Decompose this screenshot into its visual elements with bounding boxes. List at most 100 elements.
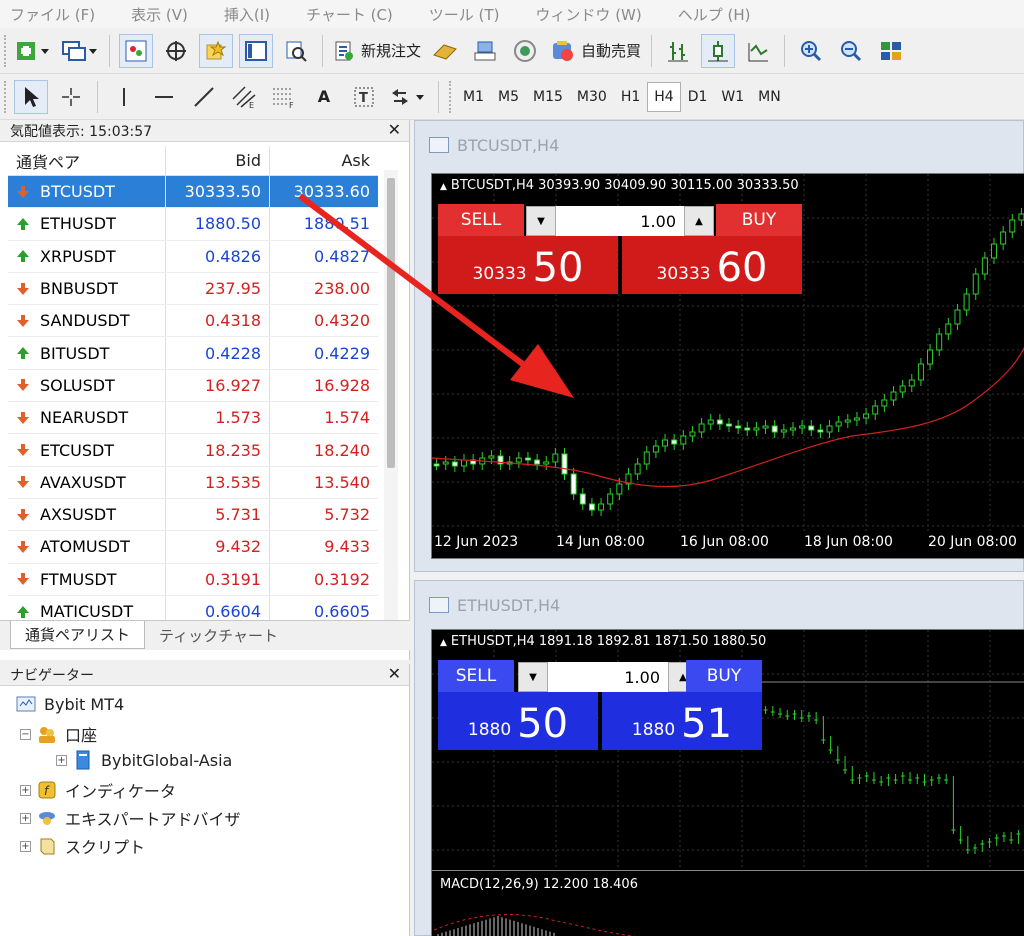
lot-decrease-button[interactable]: ▼ bbox=[526, 206, 556, 236]
metaeditor-icon[interactable] bbox=[428, 34, 462, 68]
candlestick-chart-icon[interactable] bbox=[701, 33, 736, 68]
lot-decrease-button[interactable]: ▼ bbox=[518, 662, 548, 692]
menu-tools[interactable]: ツール (T) bbox=[421, 4, 500, 25]
horizontal-line-icon[interactable] bbox=[147, 80, 181, 114]
market-watch-toggle-icon[interactable] bbox=[119, 33, 153, 68]
expand-icon[interactable]: + bbox=[20, 840, 31, 852]
navigator-toggle-icon[interactable] bbox=[199, 33, 233, 68]
timeframe-w1[interactable]: W1 bbox=[714, 82, 751, 112]
navigator-root[interactable]: Bybit MT4 bbox=[16, 694, 124, 714]
timeframe-h4[interactable]: H4 bbox=[647, 81, 681, 112]
menu-insert[interactable]: 挿入(I) bbox=[216, 4, 270, 25]
strategy-tester-icon[interactable] bbox=[279, 34, 313, 68]
market-icon[interactable] bbox=[508, 34, 542, 68]
buy-button[interactable]: BUY bbox=[686, 660, 762, 692]
text-tool-icon[interactable]: A bbox=[307, 80, 341, 114]
table-row[interactable]: SANDUSDT 0.4318 0.4320 bbox=[8, 305, 378, 338]
column-header-bid[interactable]: Bid bbox=[166, 146, 270, 175]
table-row[interactable]: BNBUSDT 237.95 238.00 bbox=[8, 272, 378, 306]
profiles-button[interactable] bbox=[58, 34, 100, 68]
vertical-line-icon[interactable] bbox=[107, 80, 141, 114]
navigator-scripts[interactable]: + スクリプト bbox=[20, 834, 145, 858]
equidistant-channel-icon[interactable]: E bbox=[227, 80, 261, 114]
macd-subwindow[interactable]: MACD(12,26,9) 12.200 18.406 bbox=[432, 870, 1024, 936]
timeframe-m30[interactable]: M30 bbox=[570, 82, 614, 112]
line-chart-icon[interactable] bbox=[741, 34, 775, 68]
close-icon[interactable]: ✕ bbox=[388, 664, 401, 683]
buy-price-button[interactable]: 1880 51 bbox=[602, 692, 762, 750]
toolbar-grip[interactable] bbox=[4, 34, 8, 67]
cursor-icon[interactable] bbox=[14, 79, 48, 114]
sell-button[interactable]: SELL bbox=[438, 660, 514, 692]
auto-trading-button[interactable]: 自動売買 bbox=[548, 34, 642, 68]
buy-price-button[interactable]: 30333 60 bbox=[622, 236, 802, 294]
table-row[interactable]: FTMUSDT 0.3191 0.3192 bbox=[8, 563, 378, 596]
table-row[interactable]: ETHUSDT 1880.50 1880.51 bbox=[8, 208, 378, 241]
new-order-button[interactable]: 新規注文 bbox=[332, 34, 422, 68]
expand-icon[interactable]: + bbox=[20, 812, 31, 824]
chart-window-ethusdt[interactable]: ETHUSDT,H4 ▲ ETHUSDT,H4 1891.18 1892.81 1… bbox=[414, 580, 1024, 936]
close-icon[interactable]: ✕ bbox=[388, 120, 401, 139]
table-row[interactable]: NEARUSDT 1.573 1.574 bbox=[8, 402, 378, 435]
navigator-indicators[interactable]: + f インディケータ bbox=[20, 778, 176, 802]
menu-window[interactable]: ウィンドウ (W) bbox=[527, 4, 641, 25]
timeframe-m15[interactable]: M15 bbox=[526, 82, 570, 112]
toolbar-grip[interactable] bbox=[449, 80, 453, 113]
new-chart-button[interactable] bbox=[14, 34, 52, 68]
navigator-experts[interactable]: + エキスパートアドバイザ bbox=[20, 806, 241, 830]
navigator-server[interactable]: + BybitGlobal-Asia bbox=[56, 750, 232, 770]
menu-chart[interactable]: チャート (C) bbox=[298, 4, 393, 25]
sell-price-button[interactable]: 1880 50 bbox=[438, 692, 598, 750]
arrows-dropdown-icon[interactable] bbox=[387, 80, 429, 114]
sell-price-button[interactable]: 30333 50 bbox=[438, 236, 618, 294]
text-label-icon[interactable]: T bbox=[347, 80, 381, 114]
column-header-symbol[interactable]: 通貨ペア bbox=[8, 146, 166, 175]
collapse-icon[interactable]: − bbox=[20, 728, 31, 740]
zoom-in-icon[interactable] bbox=[794, 34, 828, 68]
timeframe-d1[interactable]: D1 bbox=[681, 82, 715, 112]
chart-window-title-bar[interactable]: BTCUSDT,H4 bbox=[415, 121, 1023, 169]
table-row[interactable]: AXSUSDT 5.731 5.732 bbox=[8, 498, 378, 532]
table-row[interactable]: ATOMUSDT 9.432 9.433 bbox=[8, 531, 378, 564]
sell-button[interactable]: SELL bbox=[438, 204, 524, 236]
trend-line-icon[interactable] bbox=[187, 80, 221, 114]
bar-chart-icon[interactable] bbox=[661, 34, 695, 68]
table-row[interactable]: BTCUSDT 30333.50 30333.60 bbox=[8, 176, 378, 209]
market-watch-scrollbar[interactable] bbox=[384, 170, 398, 620]
timeframe-m1[interactable]: M1 bbox=[456, 82, 491, 112]
chart-window-btcusdt[interactable]: BTCUSDT,H4 ▲ BTCUSDT,H4 30393.90 30409.90… bbox=[414, 120, 1024, 572]
table-row[interactable]: BITUSDT 0.4228 0.4229 bbox=[8, 337, 378, 370]
navigator-accounts[interactable]: − 口座 bbox=[20, 722, 97, 746]
zoom-out-icon[interactable] bbox=[834, 34, 868, 68]
signals-icon[interactable] bbox=[468, 34, 502, 68]
menu-help[interactable]: ヘルプ (H) bbox=[670, 4, 751, 25]
tab-tick-chart[interactable]: ティックチャート bbox=[145, 621, 292, 649]
table-row[interactable]: XRPUSDT 0.4826 0.4827 bbox=[8, 240, 378, 273]
expand-icon[interactable]: + bbox=[56, 754, 67, 766]
timeframe-m5[interactable]: M5 bbox=[491, 82, 526, 112]
timeframe-mn[interactable]: MN bbox=[751, 82, 788, 112]
terminal-toggle-icon[interactable] bbox=[239, 33, 273, 68]
chart-window-title-bar[interactable]: ETHUSDT,H4 bbox=[415, 581, 1023, 629]
toolbar-grip[interactable] bbox=[4, 80, 8, 113]
lot-size-input[interactable]: 1.00 bbox=[548, 662, 668, 692]
tile-windows-icon[interactable] bbox=[874, 34, 908, 68]
menu-view[interactable]: 表示 (V) bbox=[123, 4, 188, 25]
price-chart[interactable]: ▲ BTCUSDT,H4 30393.90 30409.90 30115.00 3… bbox=[431, 173, 1024, 559]
tab-symbols[interactable]: 通貨ペアリスト bbox=[10, 621, 146, 649]
menu-file[interactable]: ファイル (F) bbox=[2, 4, 95, 25]
fibonacci-icon[interactable]: F bbox=[267, 80, 301, 114]
table-row[interactable]: ETCUSDT 18.235 18.240 bbox=[8, 434, 378, 467]
crosshair-toggle-icon[interactable] bbox=[159, 34, 193, 68]
expand-icon[interactable]: + bbox=[20, 784, 31, 796]
lot-increase-button[interactable]: ▲ bbox=[684, 206, 714, 236]
column-header-ask[interactable]: Ask bbox=[270, 146, 378, 175]
scrollbar-thumb[interactable] bbox=[387, 178, 395, 468]
price-chart[interactable]: ▲ ETHUSDT,H4 1891.18 1892.81 1871.50 1880… bbox=[431, 629, 1024, 936]
crosshair-icon[interactable] bbox=[54, 80, 88, 114]
lot-size-input[interactable]: 1.00 bbox=[556, 206, 684, 236]
timeframe-h1[interactable]: H1 bbox=[614, 82, 647, 112]
table-row[interactable]: SOLUSDT 16.927 16.928 bbox=[8, 369, 378, 403]
table-row[interactable]: AVAXUSDT 13.535 13.540 bbox=[8, 466, 378, 499]
buy-button[interactable]: BUY bbox=[716, 204, 802, 236]
